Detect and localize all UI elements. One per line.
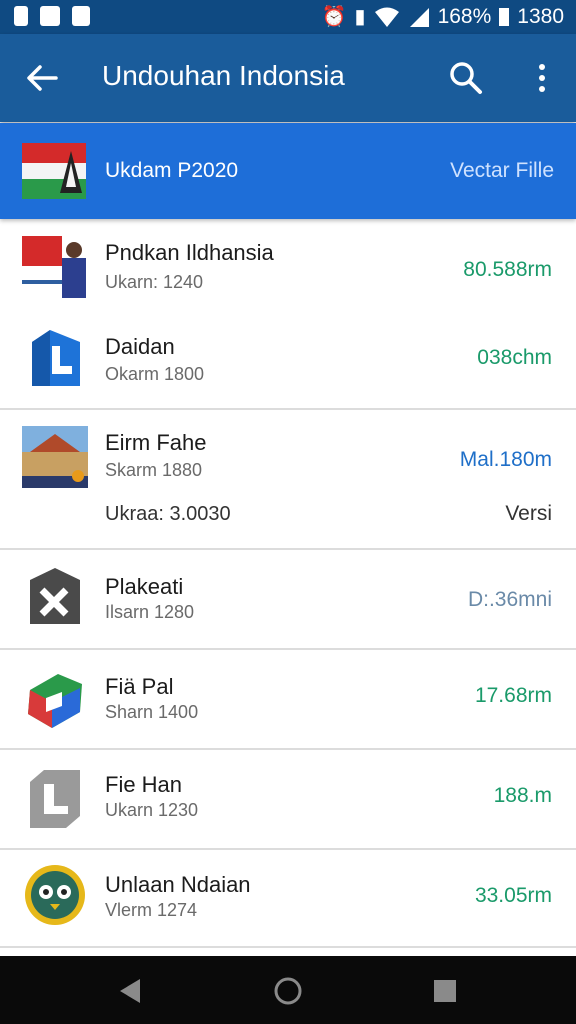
indonesia-flag-icon: [22, 143, 86, 199]
blue-l-app-icon: [32, 330, 80, 386]
item-detail-label: Ukraa: 3.0030: [105, 503, 231, 525]
wifi-icon: [374, 7, 399, 27]
item-name: Unlaan Ndaian: [105, 872, 251, 897]
nav-back-icon[interactable]: [116, 976, 146, 1006]
battery-icon: [499, 7, 510, 26]
item-size: 188.m: [493, 784, 552, 807]
item-size: 80.588rm: [463, 258, 552, 281]
featured-file-banner[interactable]: Ukdam P2020 Vectar Fille: [0, 123, 576, 219]
item-size: 33.05rm: [474, 884, 552, 907]
list-item[interactable]: Fiä Pal Sharn 1400 17.68rm: [0, 650, 576, 748]
list-item[interactable]: Fie Han Ukarn 1230 188.m: [0, 750, 576, 848]
clock: 1380: [517, 4, 564, 28]
more-vert-icon[interactable]: [522, 58, 562, 98]
item-name: Pndkan Ildhansia: [105, 240, 274, 265]
divider: [0, 946, 576, 948]
list-item[interactable]: Unlaan Ndaian Vlerm 1274 33.05rm: [0, 850, 576, 946]
item-name: Fie Han: [105, 772, 183, 797]
indonesia-flag-person-icon: [22, 236, 88, 298]
item-name: Fiä Pal: [105, 674, 174, 699]
item-name: Plakeati: [105, 574, 184, 599]
notification-icons: [14, 6, 90, 26]
item-size: D:.36mni: [467, 588, 552, 611]
back-arrow-icon[interactable]: [22, 58, 62, 98]
item-name: Daidan: [105, 334, 175, 359]
notification-icon: [72, 6, 90, 26]
system-nav-bar: [0, 956, 576, 1024]
colorful-cube-app-icon: [28, 674, 82, 728]
gray-l-app-icon: [30, 770, 80, 828]
nav-recents-icon[interactable]: [430, 976, 460, 1006]
battery-text: 168%: [437, 4, 492, 28]
notification-icon: [40, 6, 60, 26]
list-item[interactable]: Plakeati Ilsarn 1280 D:.36mni: [0, 550, 576, 648]
building-photo-icon: [22, 426, 88, 488]
item-size: Mal.180m: [459, 448, 552, 471]
banner-name: Ukdam P2020: [105, 159, 239, 182]
item-sub: Skarm 1880: [105, 460, 203, 480]
status-bar: ⏰ ▮ 168% 1380: [0, 0, 576, 34]
item-sub: Vlerm 1274: [105, 900, 198, 920]
alarm-icon: ⏰: [321, 6, 347, 28]
signal-icon: [409, 7, 429, 27]
dark-x-app-icon: [30, 568, 80, 624]
item-size: 17.68rm: [474, 684, 552, 707]
item-name: Eirm Fahe: [105, 430, 207, 455]
item-sub: Ukarn 1230: [105, 800, 199, 820]
list-item[interactable]: Daidan Okarm 1800 038chm: [0, 310, 576, 408]
item-sub: Sharn 1400: [105, 702, 199, 722]
notification-icon: [14, 6, 28, 26]
page-title: Undouhan Indonsia: [102, 60, 345, 91]
app-bar: Undouhan Indonsia: [0, 34, 576, 122]
vibrate-icon: ▮: [354, 6, 366, 28]
list-item[interactable]: Pndkan Ildhansia Ukarn: 1240 80.588rm: [0, 220, 576, 310]
item-sub: Ilsarn 1280: [105, 602, 195, 622]
item-sub: Ukarn: 1240: [105, 272, 204, 292]
list-item[interactable]: Eirm Fahe Skarm 1880 Mal.180m Ukraa: 3.0…: [0, 410, 576, 548]
item-size: 038chm: [477, 346, 552, 369]
version-button[interactable]: Versi: [505, 502, 552, 526]
owl-app-icon: [25, 865, 85, 925]
vector-file-button[interactable]: Vectar Fille: [450, 159, 554, 183]
search-icon[interactable]: [446, 58, 486, 98]
item-sub: Okarm 1800: [105, 364, 205, 384]
status-right: ⏰ ▮ 168% 1380: [322, 4, 564, 29]
nav-home-icon[interactable]: [273, 976, 303, 1006]
